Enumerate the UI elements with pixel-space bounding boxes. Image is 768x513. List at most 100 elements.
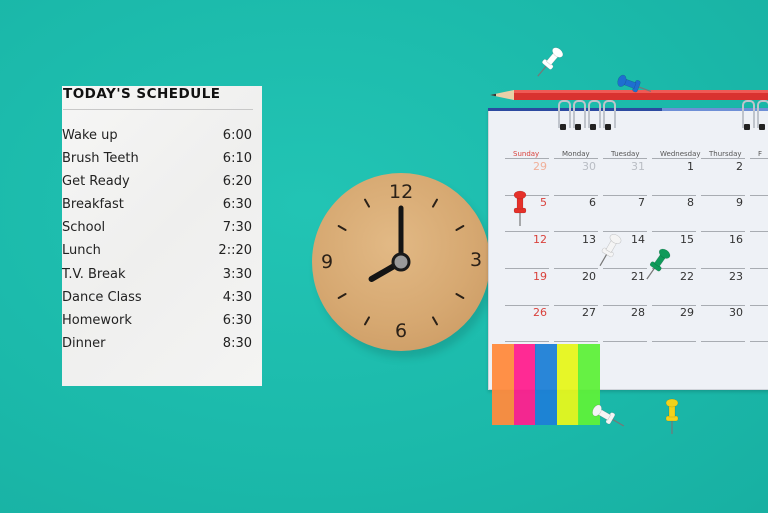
week-line [603, 268, 647, 269]
schedule-row: Homework 6:30 [62, 313, 252, 336]
calendar-day: 20 [582, 270, 596, 283]
calendar-day: 27 [582, 306, 596, 319]
schedule-row: Wake up 6:00 [62, 128, 252, 151]
wooden-clock: 12 3 6 9 [312, 173, 490, 351]
calendar-day: 19 [533, 270, 547, 283]
week-line [750, 231, 768, 232]
activity-time: 6:20 [222, 174, 252, 190]
sticky-flag [492, 344, 514, 425]
numeral-9: 9 [321, 251, 334, 273]
header-line [652, 158, 696, 159]
activity-label: Breakfast [62, 197, 124, 213]
sticky-flag [556, 344, 579, 425]
hour-tick [455, 225, 465, 231]
ring-hole [759, 124, 765, 130]
schedule-row: T.V. Break 3:30 [62, 267, 252, 290]
yellow-pin-icon [664, 398, 680, 438]
activity-label: Get Ready [62, 174, 130, 190]
hour-tick [432, 316, 438, 326]
calendar-day: 9 [736, 196, 743, 209]
numeral-12: 12 [389, 181, 414, 203]
week-line [750, 305, 768, 306]
calendar-day: 12 [533, 233, 547, 246]
calendar-day: 6 [589, 196, 596, 209]
activity-time: 6:30 [222, 312, 252, 328]
clock-center-cap [391, 252, 411, 272]
week-line [750, 341, 768, 342]
schedule-row: Breakfast 6:30 [62, 197, 252, 220]
week-line [701, 341, 745, 342]
week-line [603, 341, 647, 342]
activity-time: 7:30 [222, 220, 252, 236]
ring-hole [575, 124, 581, 130]
week-line [554, 341, 598, 342]
week-line [505, 231, 549, 232]
activity-time: 6:00 [222, 128, 252, 143]
schedule-row: Get Ready 6:20 [62, 174, 252, 197]
day-name: F [758, 150, 763, 158]
week-line [652, 231, 696, 232]
activity-label: Wake up [62, 128, 118, 143]
schedule-row: Brush Teeth 6:10 [62, 151, 252, 174]
day-name: Sunday [513, 150, 540, 158]
calendar-day: 15 [680, 233, 694, 246]
calendar-day: 7 [638, 196, 645, 209]
header-line [603, 158, 647, 159]
activity-label: T.V. Break [62, 266, 126, 282]
calendar-day: 13 [582, 233, 596, 246]
week-line [554, 268, 598, 269]
week-line [701, 231, 745, 232]
activity-time: 4:30 [222, 289, 252, 305]
header-line [701, 158, 745, 159]
week-line [505, 341, 549, 342]
calendar-day: 26 [533, 306, 547, 319]
day-name: Thursday [709, 150, 742, 158]
red-pin-icon [512, 190, 528, 230]
header-line [554, 158, 598, 159]
calendar-day: 30 [729, 306, 743, 319]
activity-label: Dinner [62, 335, 106, 351]
schedule-row: School 7:30 [62, 220, 252, 243]
activity-time: 3:30 [222, 266, 252, 282]
ring-hole [560, 124, 566, 130]
ring-hole [590, 124, 596, 130]
activity-label: Dance Class [62, 289, 142, 305]
schedule-row: Dinner 8:30 [62, 336, 252, 359]
activity-time: 8:30 [222, 335, 252, 351]
schedule-list: Wake up 6:00 Brush Teeth 6:10 Get Ready 6:20 B… [62, 128, 252, 359]
pencil-lead [490, 93, 496, 97]
ring-hole [744, 124, 750, 130]
activity-label: Lunch [62, 243, 101, 259]
calendar-day: 30 [582, 160, 596, 173]
hour-tick [455, 293, 465, 299]
week-line [750, 268, 768, 269]
ring-hole [605, 124, 611, 130]
calendar-day: 2 [736, 160, 743, 173]
activity-label: School [62, 220, 106, 236]
day-name: Tuesday [611, 150, 640, 158]
week-line [652, 341, 696, 342]
week-line [505, 268, 549, 269]
title-divider [63, 109, 253, 110]
sticky-flag [513, 344, 536, 425]
activity-time: 6:10 [222, 151, 252, 167]
activity-label: Brush Teeth [62, 151, 139, 167]
activity-label: Homework [62, 312, 132, 328]
numeral-6: 6 [395, 320, 408, 342]
calendar-day: 22 [680, 270, 694, 283]
schedule-row: Lunch 2::20 [62, 243, 252, 266]
day-name: Wednesday [660, 150, 701, 158]
activity-time: 2::20 [218, 243, 252, 259]
calendar-day: 16 [729, 233, 743, 246]
calendar-day: 29 [533, 160, 547, 173]
header-line [750, 158, 768, 159]
schedule-card: TODAY'S SCHEDULE Wake up 6:00 Brush Teeth 6… [62, 86, 262, 386]
calendar-day: 1 [687, 160, 694, 173]
schedule-title: TODAY'S SCHEDULE [63, 86, 221, 102]
calendar-day: 14 [631, 233, 645, 246]
calendar-day: 28 [631, 306, 645, 319]
day-name: Monday [562, 150, 590, 158]
numeral-3: 3 [470, 249, 483, 271]
hour-tick [364, 316, 370, 326]
calendar-day: 31 [631, 160, 645, 173]
